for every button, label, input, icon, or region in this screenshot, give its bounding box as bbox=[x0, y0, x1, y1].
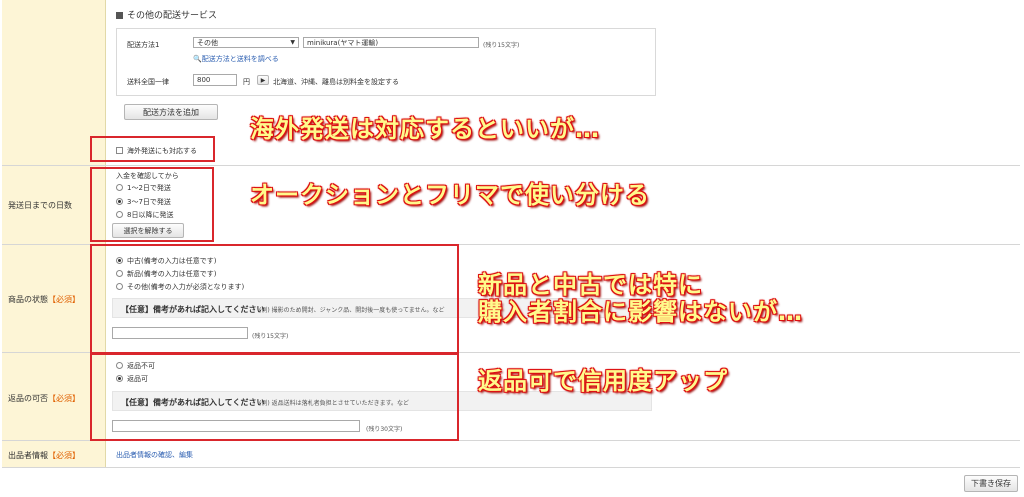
other-service-row[interactable]: その他の配送サービス bbox=[116, 8, 217, 21]
highlight-shipping-days bbox=[90, 167, 214, 242]
lookup-link[interactable]: 🔍配送方法と送料を調べる bbox=[193, 54, 279, 64]
method-select-value: その他 bbox=[197, 38, 218, 47]
required-badge: 【必須】 bbox=[48, 394, 80, 403]
annotation-condition-line2: 購入者割合に影響はないが… bbox=[478, 298, 803, 326]
yen-label: 円 bbox=[243, 78, 250, 86]
highlight-condition bbox=[90, 244, 459, 354]
highlight-overseas bbox=[90, 136, 215, 162]
method-remaining: (残り15文字) bbox=[483, 42, 520, 49]
row-divider bbox=[2, 467, 1020, 468]
other-service-label: その他の配送サービス bbox=[127, 11, 218, 21]
annotation-condition-line1: 新品と中古では特に bbox=[478, 271, 703, 299]
row-divider bbox=[2, 165, 1020, 166]
add-method-button[interactable]: 配送方法を追加 bbox=[124, 104, 218, 120]
returns-label: 返品の可否【必須】 bbox=[8, 394, 80, 403]
play-icon[interactable]: ▶ bbox=[257, 75, 269, 85]
method-label: 配送方法1 bbox=[127, 41, 160, 49]
save-draft-button[interactable]: 下書き保存 bbox=[964, 475, 1018, 492]
flat-rate-label: 送料全国一律 bbox=[127, 78, 169, 86]
annotation-days: オークションとフリマで使い分ける bbox=[250, 181, 650, 209]
annotation-overseas: 海外発送は対応するといいが… bbox=[250, 115, 600, 143]
required-badge: 【必須】 bbox=[48, 295, 80, 304]
method-select[interactable]: その他 ▼ bbox=[193, 37, 299, 48]
seller-label: 出品者情報【必須】 bbox=[8, 451, 80, 460]
page: その他の配送サービス 配送方法1 その他 ▼ minikura(ヤマト運輸) (… bbox=[0, 0, 1024, 497]
other-service-checkbox[interactable] bbox=[116, 12, 123, 19]
search-icon: 🔍 bbox=[193, 55, 202, 63]
annotation-returns: 返品可で信用度アップ bbox=[478, 367, 728, 395]
shipping-days-label: 発送日までの日数 bbox=[8, 201, 72, 210]
highlight-returns bbox=[90, 353, 459, 441]
flat-rate-input[interactable]: 800 bbox=[193, 74, 237, 86]
chevron-down-icon: ▼ bbox=[290, 39, 295, 46]
shipping-method-box: 配送方法1 その他 ▼ minikura(ヤマト運輸) (残り15文字) 🔍配送… bbox=[116, 28, 656, 96]
condition-label: 商品の状態【必須】 bbox=[8, 295, 80, 304]
remote-note: 北海道、沖縄、離島は別料金を設定する bbox=[273, 78, 399, 86]
seller-info-link[interactable]: 出品者情報の確認、編集 bbox=[116, 450, 193, 460]
required-badge: 【必須】 bbox=[48, 451, 80, 460]
method-name-input[interactable]: minikura(ヤマト運輸) bbox=[303, 37, 479, 48]
